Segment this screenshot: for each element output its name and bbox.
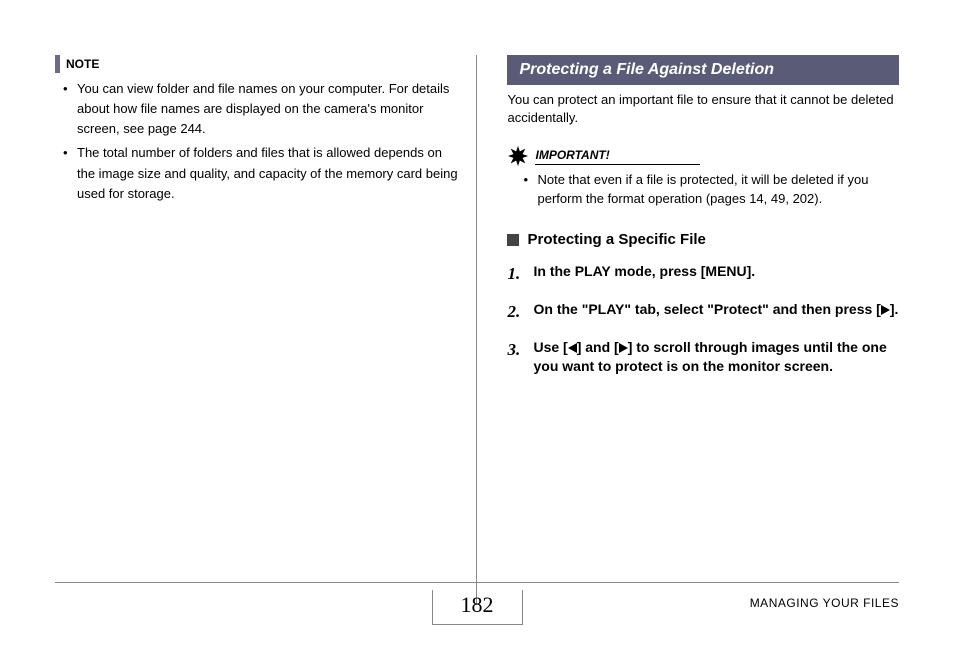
subsection-heading: Protecting a Specific File	[507, 231, 899, 248]
note-label: NOTE	[66, 57, 99, 71]
step-number: 2.	[507, 300, 525, 324]
footer-section-label: MANAGING YOUR FILES	[750, 596, 899, 610]
steps-list: 1. In the PLAY mode, press [MENU]. 2. On…	[507, 262, 899, 377]
important-bullets: Note that even if a file is protected, i…	[507, 171, 899, 209]
triangle-left-icon	[568, 343, 577, 353]
triangle-right-icon	[619, 343, 628, 353]
square-bullet-icon	[507, 234, 519, 246]
starburst-icon	[507, 145, 529, 167]
page-number: 182	[432, 590, 523, 625]
note-header: NOTE	[55, 55, 461, 73]
step-number: 3.	[507, 338, 525, 377]
step-item: 2. On the "PLAY" tab, select "Protect" a…	[507, 300, 899, 324]
step-text: Use [] and [] to scroll through images u…	[533, 338, 899, 377]
important-bullet: Note that even if a file is protected, i…	[537, 171, 899, 209]
step-number: 1.	[507, 262, 525, 286]
section-intro: You can protect an important file to ens…	[507, 91, 899, 127]
note-accent-bar	[55, 55, 60, 73]
triangle-right-icon	[881, 305, 890, 315]
note-bullets: You can view folder and file names on yo…	[55, 79, 461, 204]
note-bullet: The total number of folders and files th…	[77, 143, 461, 203]
footer-rule	[55, 582, 899, 583]
section-title: Protecting a File Against Deletion	[507, 55, 899, 85]
right-column: Protecting a File Against Deletion You c…	[477, 55, 899, 580]
step-text: In the PLAY mode, press [MENU].	[533, 262, 755, 286]
left-column: NOTE You can view folder and file names …	[55, 55, 476, 580]
subsection-title: Protecting a Specific File	[527, 231, 705, 248]
page-content: NOTE You can view folder and file names …	[55, 55, 899, 580]
important-label: IMPORTANT!	[535, 148, 699, 165]
step-item: 1. In the PLAY mode, press [MENU].	[507, 262, 899, 286]
note-bullet: You can view folder and file names on yo…	[77, 79, 461, 139]
step-text: On the "PLAY" tab, select "Protect" and …	[533, 300, 898, 324]
step-item: 3. Use [] and [] to scroll through image…	[507, 338, 899, 377]
important-header: IMPORTANT!	[507, 145, 899, 167]
